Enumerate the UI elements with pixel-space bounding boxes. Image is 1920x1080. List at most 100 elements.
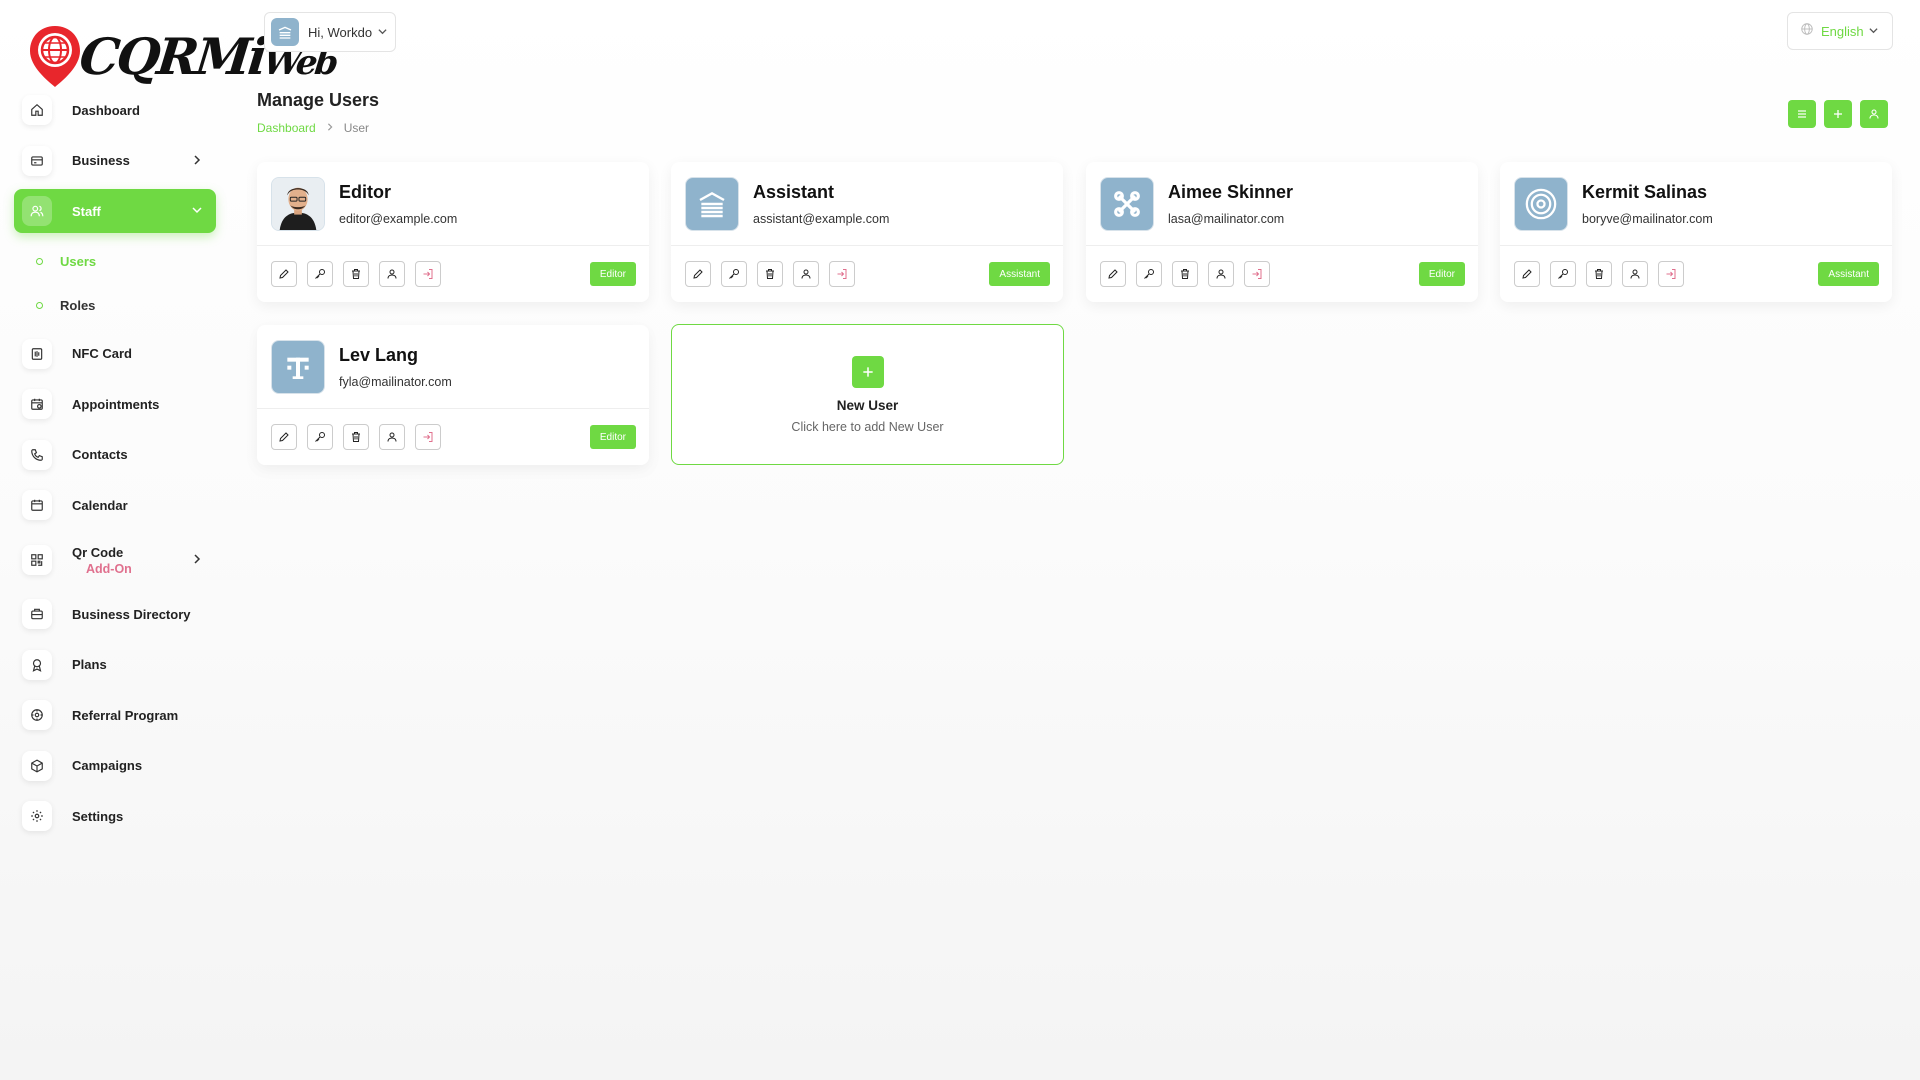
edit-button[interactable] xyxy=(685,261,711,287)
role-badge: Editor xyxy=(589,262,636,286)
bullet-icon xyxy=(36,258,43,265)
user-logs-button[interactable] xyxy=(1860,100,1888,128)
user-info-button[interactable] xyxy=(379,424,405,450)
delete-button[interactable] xyxy=(343,261,369,287)
delete-button[interactable] xyxy=(1586,261,1612,287)
user-email: fyla@mailinator.com xyxy=(339,374,452,389)
globe-icon xyxy=(1800,22,1814,41)
user-info-button[interactable] xyxy=(1622,261,1648,287)
delete-button[interactable] xyxy=(1172,261,1198,287)
user-card: Aimee Skinner lasa@mailinator.com Editor xyxy=(1086,162,1478,302)
sidebar-item-label: Contacts xyxy=(72,447,128,462)
user-email: editor@example.com xyxy=(339,211,458,226)
sidebar-item-calendar[interactable]: Calendar xyxy=(14,483,216,527)
user-card: Kermit Salinas boryve@mailinator.com Ass… xyxy=(1500,162,1892,302)
edit-button[interactable] xyxy=(271,261,297,287)
user-card-header: Editor editor@example.com xyxy=(257,162,649,246)
users-icon xyxy=(22,196,52,226)
delete-button[interactable] xyxy=(757,261,783,287)
user-icon xyxy=(387,269,397,279)
login-as-button[interactable] xyxy=(415,424,441,450)
login-as-button[interactable] xyxy=(1244,261,1270,287)
sidebar-item-campaigns[interactable]: Campaigns xyxy=(14,744,216,788)
edit-button[interactable] xyxy=(1514,261,1540,287)
trash-icon xyxy=(1595,269,1603,279)
user-card-actions: Editor xyxy=(257,409,649,465)
sidebar-item-settings[interactable]: Settings xyxy=(14,794,216,838)
login-as-button[interactable] xyxy=(1658,261,1684,287)
user-icon xyxy=(1216,269,1226,279)
sidebar-item-appointments[interactable]: Appointments xyxy=(14,382,216,426)
user-icon xyxy=(387,432,397,442)
briefcase-icon xyxy=(22,599,52,629)
user-icon xyxy=(801,269,811,279)
reset-password-button[interactable] xyxy=(1550,261,1576,287)
key-icon xyxy=(729,269,739,279)
user-greeting: Hi, Workdo xyxy=(308,24,373,40)
role-badge: Assistant xyxy=(989,262,1050,286)
chevron-right-icon xyxy=(192,152,202,170)
user-email: lasa@mailinator.com xyxy=(1168,211,1285,226)
sidebar-item-qr-code[interactable]: Qr Code Add-On xyxy=(14,534,216,586)
sidebar-item-referral-program[interactable]: Referral Program xyxy=(14,693,216,737)
edit-button[interactable] xyxy=(271,424,297,450)
login-as-button[interactable] xyxy=(415,261,441,287)
sidebar-item-label: Business xyxy=(72,153,130,168)
reset-password-button[interactable] xyxy=(1136,261,1162,287)
user-avatar xyxy=(685,176,739,231)
key-icon xyxy=(1558,269,1568,279)
reset-password-button[interactable] xyxy=(307,261,333,287)
sidebar-subitem-roles[interactable]: Roles xyxy=(14,284,216,328)
user-info-button[interactable] xyxy=(379,261,405,287)
trash-icon xyxy=(766,269,774,279)
sidebar-item-nfc-card[interactable]: NFC Card xyxy=(14,332,216,376)
edit-button[interactable] xyxy=(1100,261,1126,287)
referral-icon xyxy=(22,700,52,730)
pencil-icon xyxy=(1522,269,1532,279)
sidebar-item-dashboard[interactable]: Dashboard xyxy=(14,88,216,132)
login-icon xyxy=(837,269,847,279)
sidebar-item-business[interactable]: Business xyxy=(14,139,216,183)
user-card: Assistant assistant@example.com Assistan… xyxy=(671,162,1063,302)
award-icon xyxy=(22,649,52,680)
login-as-button[interactable] xyxy=(829,261,855,287)
box-icon xyxy=(22,750,52,781)
sidebar-item-label: Dashboard xyxy=(72,102,140,118)
seal-icon xyxy=(1525,188,1557,219)
addon-badge: Add-On xyxy=(86,561,132,576)
user-info-button[interactable] xyxy=(793,261,819,287)
chevron-down-icon xyxy=(378,23,387,41)
delete-button[interactable] xyxy=(343,424,369,450)
sidebar-item-business-directory[interactable]: Business Directory xyxy=(14,592,216,636)
t-logo-icon xyxy=(287,357,309,379)
trash-icon xyxy=(352,269,360,279)
sidebar-item-label: Qr Code xyxy=(72,545,124,560)
login-icon xyxy=(423,432,433,442)
user-card-actions: Assistant xyxy=(1500,246,1892,302)
logo[interactable]: CQRMiWeb xyxy=(26,20,337,92)
sidebar-item-plans[interactable]: Plans xyxy=(14,643,216,687)
sidebar-subitem-label: Users xyxy=(60,254,97,269)
new-user-card[interactable]: New User Click here to add New User xyxy=(671,324,1064,465)
sidebar-item-label: NFC Card xyxy=(72,346,132,361)
key-icon xyxy=(315,432,325,442)
user-card-header: Aimee Skinner lasa@mailinator.com xyxy=(1086,162,1478,246)
user-menu-dropdown[interactable]: Hi, Workdo xyxy=(264,12,396,52)
add-user-button[interactable] xyxy=(1824,100,1852,128)
sidebar-item-label: Appointments xyxy=(72,396,160,412)
language-dropdown[interactable]: English xyxy=(1787,12,1893,50)
user-card-header: Lev Lang fyla@mailinator.com xyxy=(257,325,649,409)
sidebar-subitem-users[interactable]: Users xyxy=(14,240,216,284)
calendar-check-icon xyxy=(22,389,52,419)
login-icon xyxy=(423,269,433,279)
plus-icon xyxy=(851,355,884,388)
user-card: Lev Lang fyla@mailinator.com Editor xyxy=(257,325,649,465)
sidebar-item-staff[interactable]: Staff xyxy=(14,189,216,233)
list-view-button[interactable] xyxy=(1788,100,1816,128)
user-info-button[interactable] xyxy=(1208,261,1234,287)
reset-password-button[interactable] xyxy=(307,424,333,450)
breadcrumb-dashboard-link[interactable]: Dashboard xyxy=(257,121,316,135)
bullet-icon xyxy=(36,302,43,309)
reset-password-button[interactable] xyxy=(721,261,747,287)
sidebar-item-contacts[interactable]: Contacts xyxy=(14,433,216,477)
